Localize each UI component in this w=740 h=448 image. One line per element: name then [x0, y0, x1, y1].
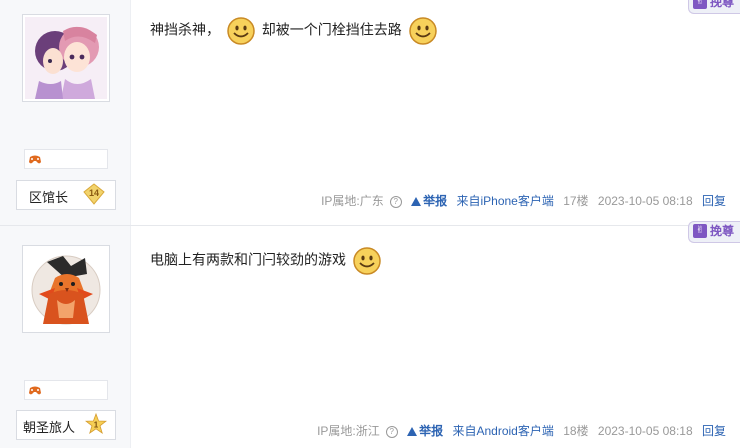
post-meta: IP属地:广东? 举报 来自iPhone客户端 17楼 2023-10-05 0… [315, 192, 726, 209]
floor-number: 17楼 [563, 194, 589, 208]
smiley-emoticon-icon [353, 247, 381, 275]
svg-text:14: 14 [89, 188, 99, 198]
ip-location: IP属地:广东 [321, 194, 384, 208]
svg-text:1: 1 [94, 421, 99, 430]
post-text-part: 却被一个门栓挡住去路 [261, 21, 402, 38]
smiley-emoticon-icon [408, 17, 437, 45]
post-content: 电脑上有两款和门闩较劲的游戏 [150, 246, 384, 276]
username[interactable]: 朝圣旅人 [23, 417, 75, 436]
report-link[interactable]: 举报 [407, 424, 443, 438]
device-source[interactable]: 来自iPhone客户端 [456, 194, 553, 208]
device-source[interactable]: 来自Android客户端 [452, 424, 553, 438]
post-time: 2023-10-05 08:18 [597, 424, 693, 438]
avatar[interactable] [22, 14, 110, 102]
top-like-button[interactable]: ✌ 挽尊 [687, 0, 740, 14]
thumb-up-icon: ✌ [692, 0, 707, 9]
ip-location: IP属地:浙江 [317, 424, 380, 438]
avatar-image-fox-creature [25, 248, 107, 330]
user-badge-bar [24, 380, 108, 400]
warning-triangle-icon [411, 197, 422, 206]
post-meta: IP属地:浙江? 举报 来自Android客户端 18楼 2023-10-05 … [311, 422, 726, 439]
report-link[interactable]: 举报 [411, 194, 447, 208]
smiley-emoticon-icon [227, 17, 255, 45]
username[interactable]: 区馆长 [29, 187, 68, 206]
avatar-image-anime-girls [25, 17, 107, 99]
level-badge-icon: 1 [85, 413, 107, 434]
game-controller-icon [29, 386, 41, 395]
post-time: 2023-10-05 08:18 [597, 194, 693, 208]
avatar[interactable] [22, 245, 110, 333]
post-text-part: 神挡杀神， [150, 21, 220, 38]
question-circle-icon[interactable]: ? [385, 425, 398, 438]
floor-number: 18楼 [563, 424, 589, 438]
user-badge-bar [24, 149, 108, 169]
post-18: 朝圣旅人 1 ✌ 挽尊 电脑上有两款和门闩较劲的游戏 IP属地:浙江? 举报 来自… [0, 221, 740, 448]
warning-triangle-icon [407, 427, 418, 436]
level-badge-icon: 14 [83, 183, 105, 205]
question-circle-icon[interactable]: ? [389, 195, 402, 208]
reply-link[interactable]: 回复 [702, 194, 726, 208]
post-text-part: 电脑上有两款和门闩较劲的游戏 [150, 251, 346, 268]
reply-link[interactable]: 回复 [702, 424, 726, 438]
user-rank[interactable]: 朝圣旅人 1 [16, 410, 116, 440]
post-17: 区馆长 14 ✌ 挽尊 神挡杀神， 却被一个门栓挡住去路 IP属地:广东? 举报 … [0, 0, 740, 225]
thumb-up-icon: ✌ [692, 223, 707, 238]
game-controller-icon [29, 155, 41, 164]
user-rank[interactable]: 区馆长 14 [16, 180, 116, 210]
post-content: 神挡杀神， 却被一个门栓挡住去路 [150, 16, 440, 46]
top-like-button[interactable]: ✌ 挽尊 [687, 221, 740, 243]
